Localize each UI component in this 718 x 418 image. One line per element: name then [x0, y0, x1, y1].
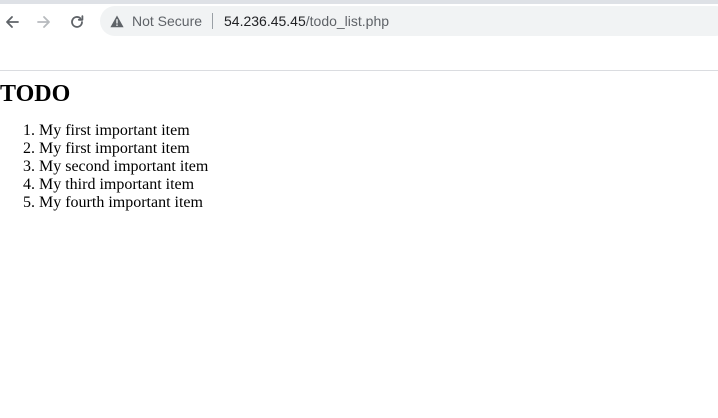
address-bar[interactable]: Not Secure 54.236.45.45/todo_list.php	[100, 6, 718, 36]
security-indicator[interactable]: Not Secure	[110, 6, 202, 36]
browser-toolbar: Not Secure 54.236.45.45/todo_list.php	[0, 0, 718, 40]
warning-triangle-icon	[110, 15, 124, 27]
address-divider	[212, 13, 213, 29]
reload-icon	[71, 15, 84, 28]
list-item: My first important item	[39, 140, 718, 158]
url-text[interactable]: 54.236.45.45/todo_list.php	[224, 6, 389, 36]
page-title: TODO	[0, 81, 71, 107]
page-content: TODO My first important item My first im…	[0, 71, 718, 212]
todo-list: My first important item My first importa…	[0, 122, 718, 212]
url-host: 54.236.45.45	[224, 13, 306, 29]
arrow-right-icon	[37, 16, 50, 28]
list-item: My second important item	[39, 158, 718, 176]
forward-button[interactable]	[32, 10, 56, 34]
security-label: Not Secure	[132, 13, 203, 29]
list-item: My third important item	[39, 176, 718, 194]
list-item: My fourth important item	[39, 194, 718, 212]
browser-window: Not Secure 54.236.45.45/todo_list.php TO…	[0, 0, 718, 418]
reload-button[interactable]	[65, 10, 89, 34]
arrow-left-icon	[6, 16, 19, 28]
url-path: /todo_list.php	[305, 13, 390, 29]
list-item: My first important item	[39, 122, 718, 140]
back-button[interactable]	[0, 10, 24, 34]
